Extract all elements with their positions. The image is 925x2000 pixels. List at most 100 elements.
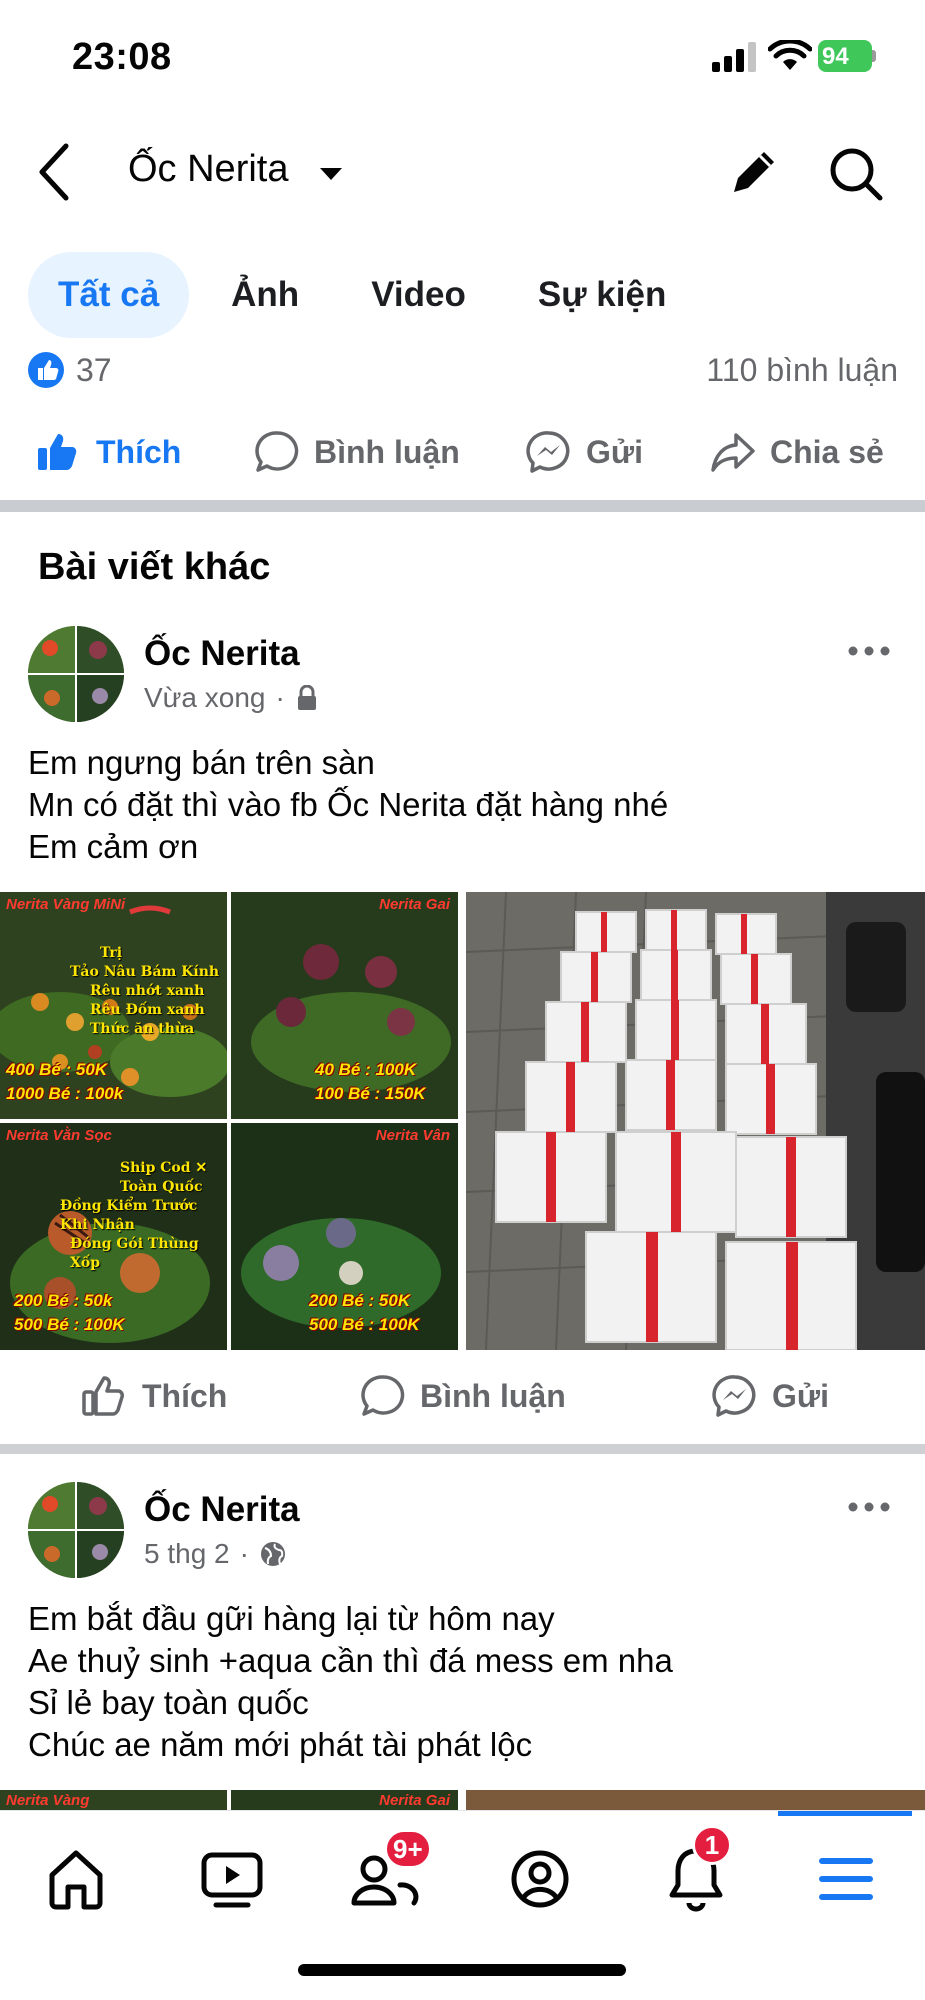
post-photo xyxy=(466,1790,925,1812)
packages-photo[interactable] xyxy=(466,892,925,1350)
reaction-count: 37 xyxy=(76,352,112,388)
like-reaction-icon xyxy=(28,352,64,388)
tab-video[interactable]: Video xyxy=(341,252,496,338)
filter-tabs: Tất cả Ảnh Video Sự kiện xyxy=(28,252,708,338)
product-collage-image[interactable]: Nerita Vàng MiNi Trị Tảo Nâu Bám Kính Rê… xyxy=(0,892,458,1350)
post-time: Vừa xong xyxy=(144,682,266,713)
post-header: Ốc Nerita Vừa xong · xyxy=(0,626,925,726)
page-title[interactable]: Ốc Nerita xyxy=(128,148,288,191)
post-media[interactable]: Nerita Vàng MiNi Trị Tảo Nâu Bám Kính Rê… xyxy=(0,892,925,1350)
send-label: Gửi xyxy=(586,433,643,470)
more-options-icon[interactable] xyxy=(847,1500,891,1514)
collage-title: Nerita Vằn Sọc xyxy=(6,1127,112,1144)
section-title: Bài viết khác xyxy=(38,546,271,588)
price-line: 1000 Bé : 100k xyxy=(6,1084,124,1103)
comment-count[interactable]: 110 bình luận xyxy=(706,352,898,389)
collage-title: Nerita Gai xyxy=(379,1792,450,1809)
notifications-badge: 1 xyxy=(692,1825,732,1865)
post-time: 5 thg 2 xyxy=(144,1538,230,1569)
tab-all[interactable]: Tất cả xyxy=(28,252,190,338)
post-author[interactable]: Ốc Nerita xyxy=(144,634,300,674)
post-header: Ốc Nerita 5 thg 2 · xyxy=(0,1482,925,1582)
price-line: 500 Bé : 100K xyxy=(309,1315,420,1334)
collage-cell-spiked-nerita: Nerita Gai 40 Bé : 100K 100 Bé : 150K xyxy=(231,892,458,1119)
collage-title: Nerita Vân xyxy=(375,1127,450,1144)
send-label: Gửi xyxy=(772,1377,829,1414)
price-line: 100 Bé : 150K xyxy=(315,1084,426,1103)
price-line: 500 Bé : 100K xyxy=(14,1315,125,1334)
comment-icon xyxy=(255,431,299,472)
active-tab-indicator xyxy=(778,1811,912,1816)
post-text-line: Sỉ lẻ bay toàn quốc xyxy=(28,1684,309,1721)
collage-title: Nerita Gai xyxy=(379,896,450,913)
post-divider xyxy=(0,1444,925,1454)
post-action-bar: Thích Bình luận Gửi Chia sẻ xyxy=(0,412,925,492)
cellular-signal-icon xyxy=(712,42,756,72)
post-text-line: Em bắt đầu gữi hàng lại từ hôm nay xyxy=(28,1600,555,1637)
price-line: 200 Bé : 50K xyxy=(309,1291,411,1310)
caption-line: Thức ăn thừa xyxy=(90,1021,195,1037)
globe-icon xyxy=(260,1542,285,1566)
send-button[interactable]: Gửi xyxy=(712,1356,829,1436)
avatar[interactable] xyxy=(28,1482,124,1578)
collage-prices: 200 Bé : 50k 500 Bé : 100K xyxy=(14,1289,125,1337)
messenger-icon xyxy=(526,431,570,473)
tab-events[interactable]: Sự kiện xyxy=(508,252,696,338)
menu-icon[interactable] xyxy=(806,1839,886,1919)
collage-title: Nerita Vàng xyxy=(6,1792,90,1809)
comment-button[interactable]: Bình luận xyxy=(360,1356,566,1436)
back-icon[interactable] xyxy=(34,140,78,204)
collage-prices: 400 Bé : 50K 1000 Bé : 100k xyxy=(6,1058,123,1106)
post-meta: Vừa xong · xyxy=(144,682,319,714)
collage-cell-spiked-nerita: Nerita Gai xyxy=(231,1790,458,1812)
share-button[interactable]: Chia sẻ xyxy=(710,412,884,492)
share-label: Chia sẻ xyxy=(770,433,884,470)
price-line: 40 Bé : 100K xyxy=(315,1060,417,1079)
reactions-summary[interactable]: 37 110 bình luận xyxy=(28,350,898,392)
home-icon[interactable] xyxy=(36,1839,116,1919)
edit-pencil-icon[interactable] xyxy=(726,144,782,200)
post-text: Em bắt đầu gữi hàng lại từ hôm nay Ae th… xyxy=(28,1598,673,1766)
caption-line: Rêu nhớt xanh xyxy=(90,983,205,999)
send-button[interactable]: Gửi xyxy=(526,412,643,492)
collage-caption: Trị Tảo Nâu Bám Kính Rêu nhớt xanh Rêu Đ… xyxy=(70,944,219,1039)
collage-prices: 40 Bé : 100K 100 Bé : 150K xyxy=(315,1058,426,1106)
collage-caption: Ship Cod ✕ Toàn Quốc Đồng Kiểm Trước Khi… xyxy=(60,1159,227,1273)
search-icon[interactable] xyxy=(826,144,886,204)
like-button[interactable]: Thích xyxy=(34,412,181,492)
post-author[interactable]: Ốc Nerita xyxy=(144,1490,300,1530)
collage-title: Nerita Vàng MiNi xyxy=(6,896,126,913)
caption-line: Tảo Nâu Bám Kính xyxy=(70,964,220,980)
price-line: 400 Bé : 50K xyxy=(6,1060,108,1079)
battery-indicator: 94 xyxy=(818,40,876,72)
avatar[interactable] xyxy=(28,626,124,722)
status-time: 23:08 xyxy=(72,36,172,78)
caption-line: Rêu Đốm xanh xyxy=(90,1002,205,1018)
collage-cell-striped-nerita: Nerita Vằn Sọc Ship Cod ✕ Toàn Quốc Đồng… xyxy=(0,1123,227,1350)
like-button[interactable]: Thích xyxy=(80,1356,227,1436)
tab-photos[interactable]: Ảnh xyxy=(201,252,329,338)
status-bar: 23:08 94 xyxy=(0,0,925,120)
collage-prices: 200 Bé : 50K 500 Bé : 100K xyxy=(309,1289,420,1337)
post-text-line: Mn có đặt thì vào fb Ốc Nerita đặt hàng … xyxy=(28,786,669,823)
home-indicator xyxy=(298,1964,626,1976)
caption-line: Trị xyxy=(100,945,123,961)
caret-down-icon[interactable] xyxy=(318,166,344,182)
like-label: Thích xyxy=(96,433,182,470)
video-icon[interactable] xyxy=(192,1839,272,1919)
comment-button[interactable]: Bình luận xyxy=(254,412,460,492)
profile-icon[interactable] xyxy=(500,1839,580,1919)
post-text-line: Em cảm ơn xyxy=(28,828,199,865)
post-text-line: Ae thuỷ sinh +aqua cần thì đá mess em nh… xyxy=(28,1642,673,1679)
caption-line: Đồng Kiểm Trước Khi Nhận xyxy=(60,1198,198,1233)
lock-icon xyxy=(297,685,316,710)
share-icon xyxy=(711,433,755,472)
caption-line: Ship Cod ✕ Toàn Quốc xyxy=(120,1160,208,1195)
post-text-line: Em ngưng bán trên sàn xyxy=(28,744,375,781)
page-header: Ốc Nerita xyxy=(0,130,925,220)
post-text-line: Chúc ae năm mới phát tài phát lộc xyxy=(28,1726,533,1763)
comment-label: Bình luận xyxy=(314,433,460,470)
comment-icon xyxy=(361,1375,405,1416)
more-options-icon[interactable] xyxy=(847,644,891,658)
post-media[interactable]: Nerita Vàng Nerita Gai xyxy=(0,1790,925,1812)
